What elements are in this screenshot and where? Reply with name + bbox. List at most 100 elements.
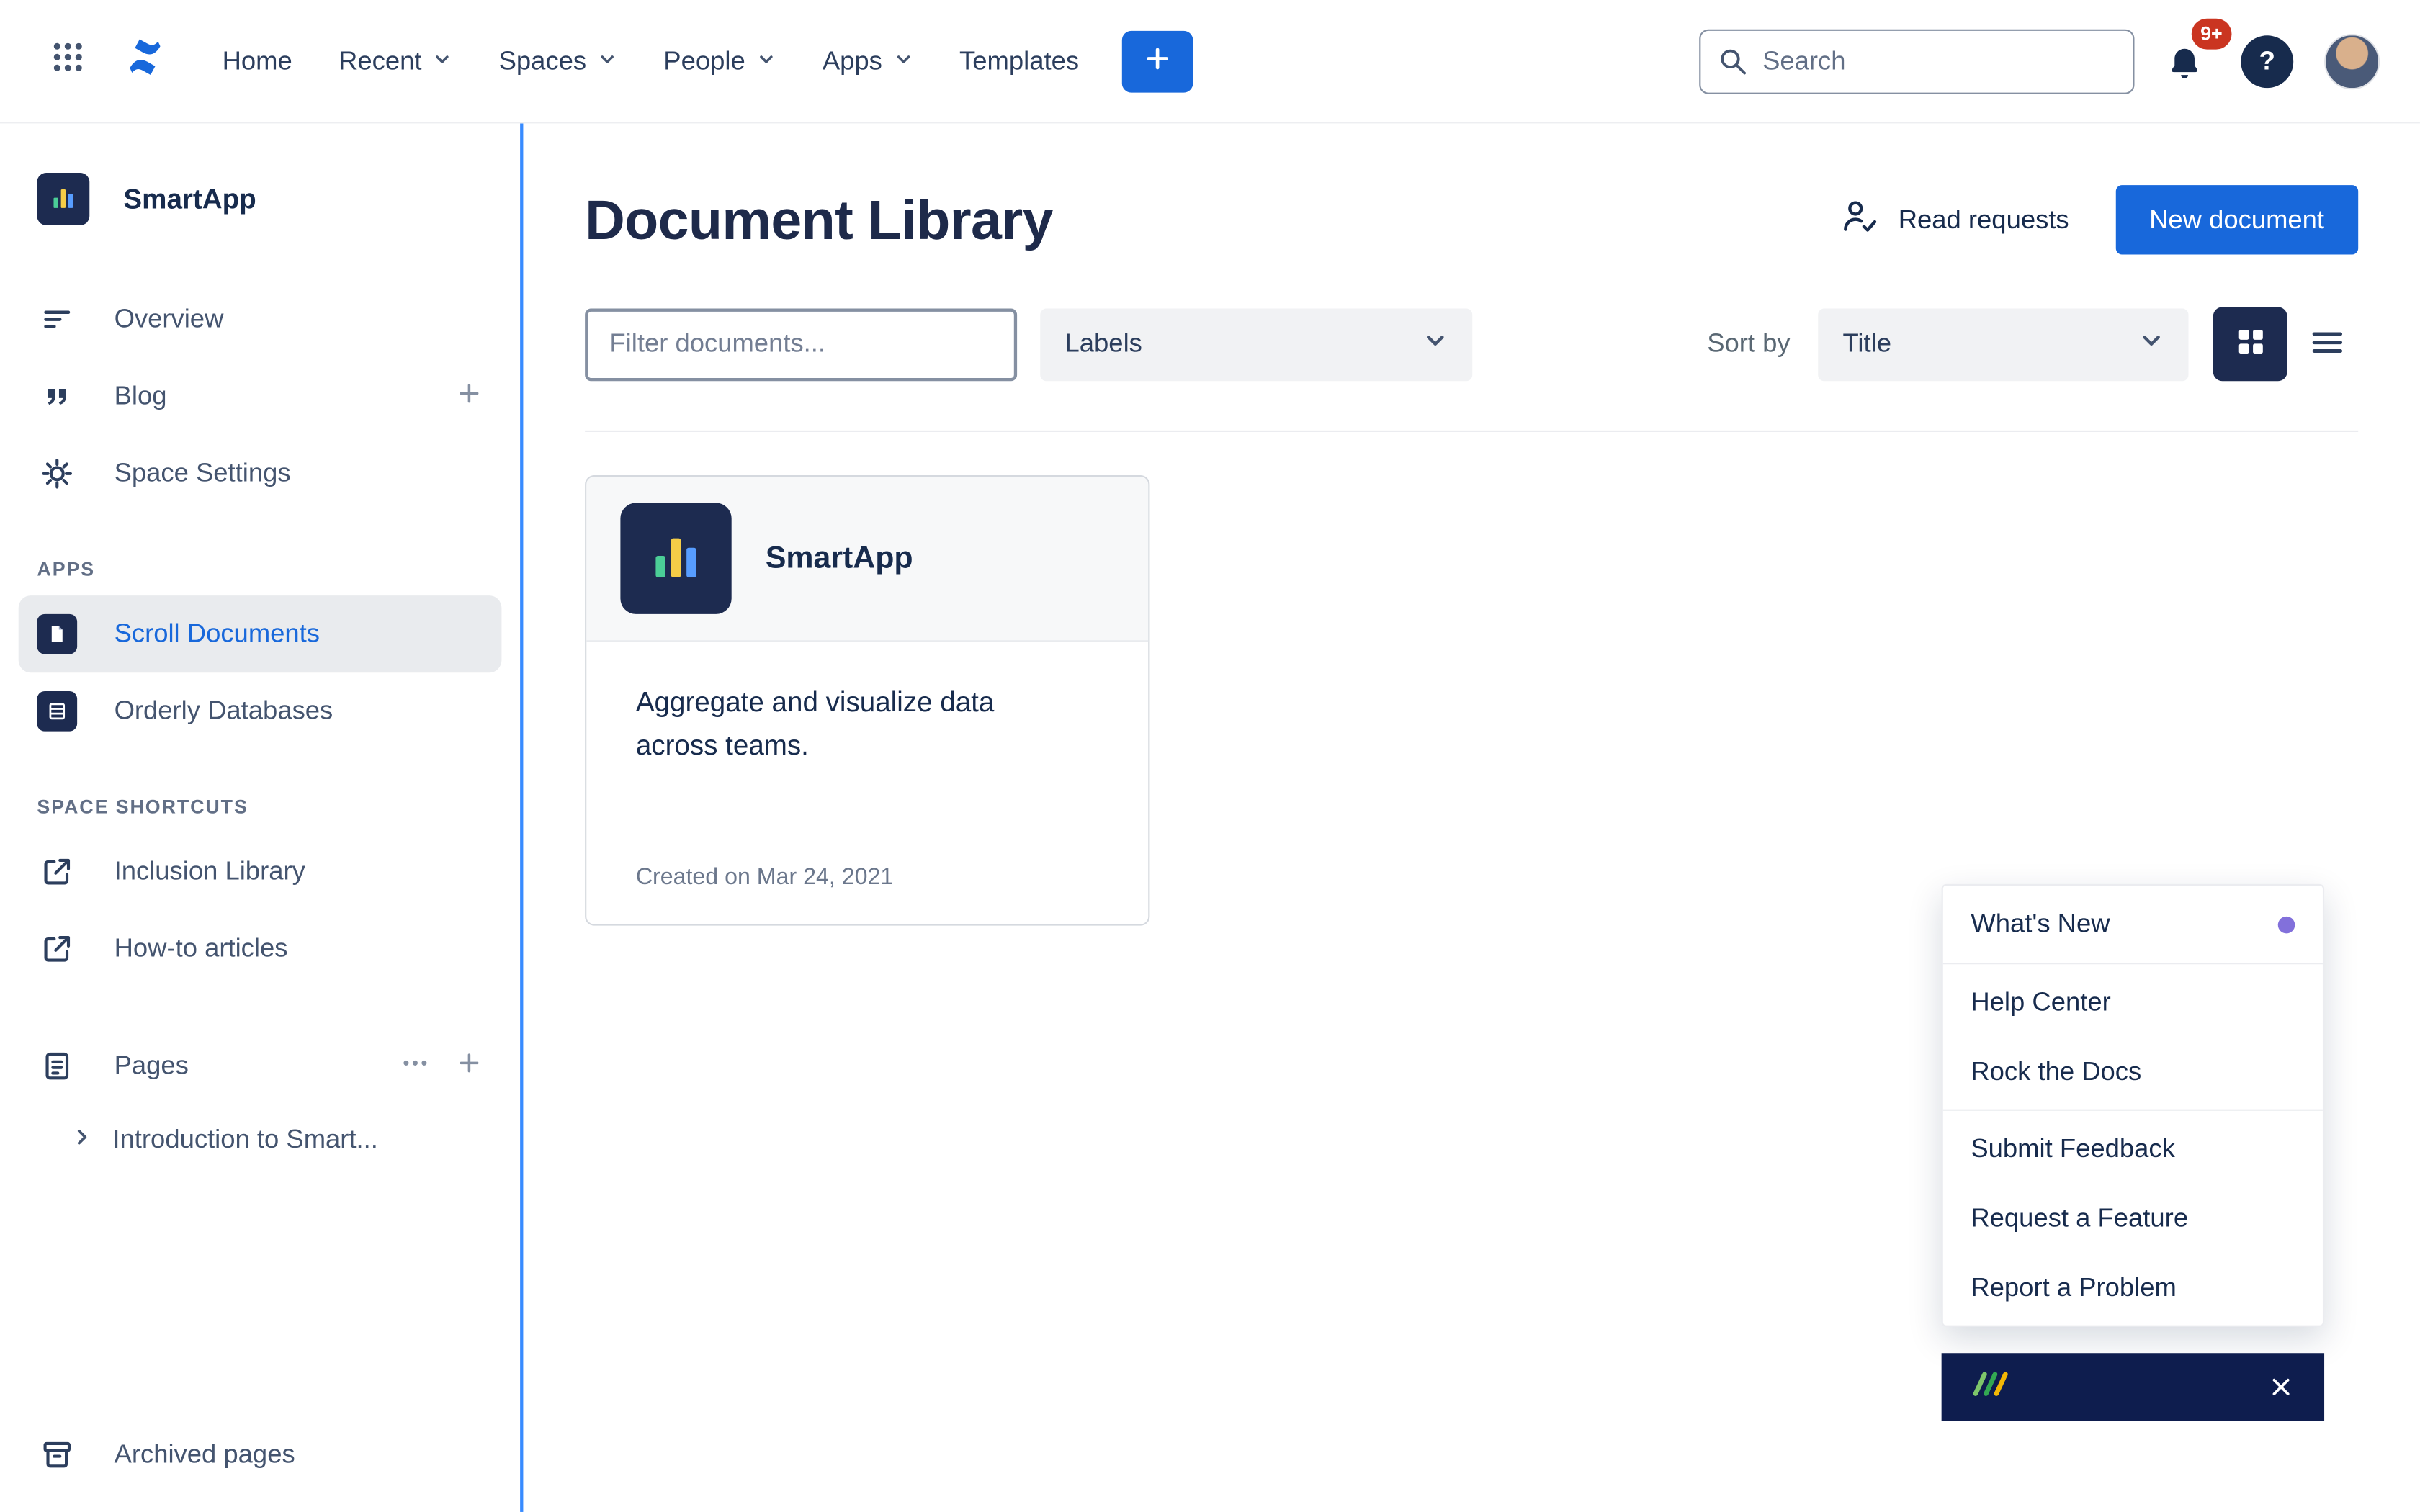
chevron-down-icon — [1423, 328, 1448, 360]
sidebar-item-pages[interactable]: Pages — [19, 1027, 502, 1104]
more-horizontal-icon[interactable] — [400, 1047, 431, 1086]
menu-item-label: What's New — [1971, 909, 2110, 940]
new-document-button[interactable]: New document — [2115, 185, 2358, 254]
read-requests-button[interactable]: Read requests — [1839, 196, 2069, 243]
labels-dropdown-value: Labels — [1065, 328, 1142, 359]
document-card-header: SmartApp — [586, 477, 1148, 642]
overview-icon — [37, 302, 77, 336]
sidebar-item-introduction-page[interactable]: Introduction to Smart... — [19, 1104, 502, 1176]
notifications-button[interactable]: 9+ — [2165, 32, 2210, 90]
document-app-icon — [620, 503, 731, 614]
sidebar-item-label: Orderly Databases — [115, 696, 333, 726]
vendor-logo-icon — [1963, 1364, 2019, 1409]
chevron-right-icon[interactable] — [71, 1125, 93, 1156]
help-button[interactable]: ? — [2241, 35, 2293, 87]
scroll-documents-icon — [37, 614, 77, 654]
menu-item-label: Submit Feedback — [1971, 1133, 2174, 1164]
sidebar-item-label: Archived pages — [115, 1439, 295, 1470]
new-indicator-dot — [2278, 916, 2295, 933]
blog-actions — [455, 379, 483, 414]
sidebar-item-blog[interactable]: Blog — [19, 358, 502, 435]
sort-dropdown-value: Title — [1843, 328, 1891, 359]
nav-item-home[interactable]: Home — [204, 30, 311, 92]
grid-view-button[interactable] — [2213, 307, 2287, 381]
help-menu-group-docs: Help Center Rock the Docs — [1943, 963, 2323, 1110]
user-avatar[interactable] — [2324, 33, 2380, 89]
sidebar-item-archived-pages[interactable]: Archived pages — [19, 1416, 502, 1493]
external-link-icon — [37, 855, 77, 888]
sidebar-item-label: Introduction to Smart... — [112, 1125, 377, 1156]
page-icon — [37, 1049, 77, 1083]
question-mark-icon: ? — [2259, 45, 2275, 76]
space-header[interactable]: SmartApp — [19, 173, 502, 225]
chevron-down-icon — [432, 45, 452, 76]
document-card-body: Aggregate and visualize data across team… — [586, 642, 1148, 924]
sidebar-item-howto-articles[interactable]: How-to articles — [19, 910, 502, 987]
nav-item-label: Apps — [823, 45, 882, 76]
grid-view-icon — [2236, 327, 2265, 361]
search-input[interactable] — [1699, 29, 2134, 94]
help-menu-item-help-center[interactable]: Help Center — [1943, 968, 2323, 1037]
menu-item-label: Help Center — [1971, 986, 2110, 1017]
help-menu-item-report-a-problem[interactable]: Report a Problem — [1943, 1253, 2323, 1322]
sidebar-section-apps: APPS — [37, 559, 483, 580]
sidebar-item-label: Overview — [115, 304, 224, 335]
grid-apps-icon — [51, 40, 85, 82]
menu-item-label: Request a Feature — [1971, 1202, 2188, 1233]
vendor-widget-bar — [1942, 1353, 2324, 1421]
confluence-app: Home Recent Spaces People Apps Templates — [0, 0, 2420, 1512]
external-link-icon — [37, 932, 77, 966]
document-description: Aggregate and visualize data across team… — [636, 682, 1060, 768]
nav-item-templates[interactable]: Templates — [941, 30, 1097, 92]
close-icon[interactable] — [2259, 1365, 2303, 1408]
menu-item-label: Report a Problem — [1971, 1272, 2176, 1303]
create-button[interactable] — [1122, 30, 1193, 92]
toolbar-divider — [585, 431, 2358, 432]
sidebar-item-label: Blog — [115, 381, 167, 412]
help-menu-item-rock-the-docs[interactable]: Rock the Docs — [1943, 1037, 2323, 1106]
sidebar-item-label: Pages — [115, 1050, 189, 1081]
help-menu-item-request-a-feature[interactable]: Request a Feature — [1943, 1184, 2323, 1253]
sidebar-item-overview[interactable]: Overview — [19, 281, 502, 358]
primary-nav: Home Recent Spaces People Apps Templates — [204, 30, 1098, 92]
app-switcher-button[interactable] — [37, 30, 99, 92]
filter-toolbar: Labels Sort by Title — [585, 307, 2358, 381]
confluence-logo[interactable] — [120, 34, 170, 88]
add-blog-icon[interactable] — [455, 379, 483, 414]
document-created-date: Created on Mar 24, 2021 — [636, 864, 1099, 890]
nav-item-recent[interactable]: Recent — [320, 30, 471, 92]
sidebar-item-label: Space Settings — [115, 458, 291, 489]
topnav-right-group: 9+ ? — [1699, 29, 2380, 94]
gear-icon — [37, 456, 77, 490]
chevron-down-icon — [2139, 328, 2164, 360]
sidebar-item-scroll-documents[interactable]: Scroll Documents — [19, 595, 502, 672]
nav-item-spaces[interactable]: Spaces — [480, 30, 636, 92]
archive-box-icon — [37, 1438, 77, 1472]
sidebar-item-inclusion-library[interactable]: Inclusion Library — [19, 833, 502, 910]
notification-count-badge: 9+ — [2191, 18, 2231, 49]
nav-item-people[interactable]: People — [645, 30, 795, 92]
pages-actions — [400, 1047, 483, 1086]
document-card[interactable]: SmartApp Aggregate and visualize data ac… — [585, 475, 1150, 926]
blog-quote-icon — [37, 381, 77, 412]
chevron-down-icon — [893, 45, 913, 76]
labels-dropdown[interactable]: Labels — [1040, 307, 1472, 380]
nav-item-label: Home — [223, 45, 292, 76]
sidebar-item-label: How-to articles — [115, 933, 288, 964]
help-menu-item-whats-new[interactable]: What's New — [1943, 886, 2323, 963]
orderly-databases-icon — [37, 691, 77, 732]
help-menu-item-submit-feedback[interactable]: Submit Feedback — [1943, 1114, 2323, 1183]
page-title: Document Library — [585, 187, 1053, 252]
sidebar-item-label: Inclusion Library — [115, 856, 305, 887]
chevron-down-icon — [597, 45, 617, 76]
document-title: SmartApp — [766, 541, 913, 576]
list-view-button[interactable] — [2296, 307, 2358, 381]
sort-dropdown[interactable]: Title — [1818, 307, 2188, 380]
filter-documents-input[interactable] — [585, 307, 1017, 380]
sidebar-item-space-settings[interactable]: Space Settings — [19, 435, 502, 512]
help-menu-group-feedback: Submit Feedback Request a Feature Report… — [1943, 1110, 2323, 1326]
add-page-icon[interactable] — [455, 1048, 483, 1084]
sidebar-item-orderly-databases[interactable]: Orderly Databases — [19, 672, 502, 750]
nav-item-apps[interactable]: Apps — [804, 30, 931, 92]
top-navigation-bar: Home Recent Spaces People Apps Templates — [0, 0, 2420, 123]
